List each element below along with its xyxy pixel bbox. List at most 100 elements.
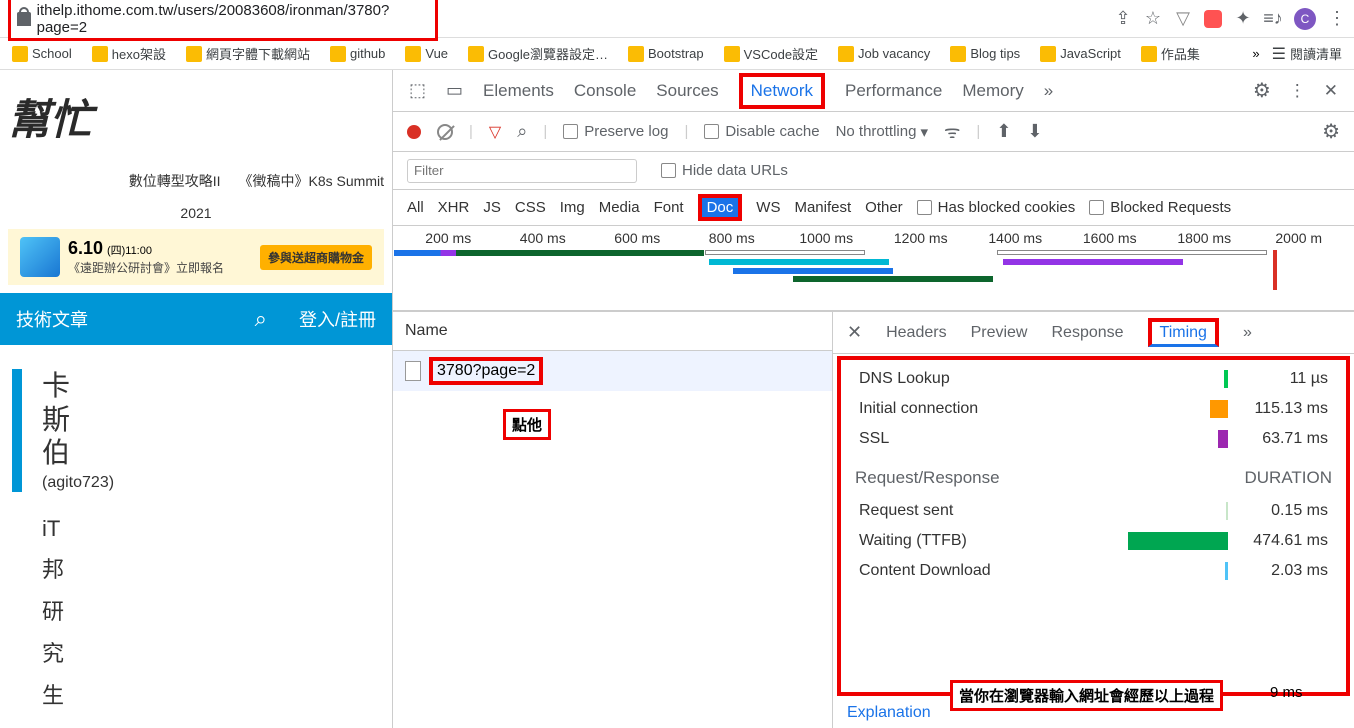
playlist-icon[interactable]: ≡♪ [1264, 10, 1282, 28]
type-manifest[interactable]: Manifest [794, 199, 851, 216]
folder-icon [838, 46, 854, 62]
timing-panel: DNS Lookup11 µs Initial connection115.13… [837, 356, 1350, 696]
clear-icon[interactable] [437, 124, 453, 140]
banner-button[interactable]: 參與送超商購物金 [260, 245, 372, 270]
menu-tech-articles[interactable]: 技術文章 [16, 306, 88, 332]
type-other[interactable]: Other [865, 199, 903, 216]
search-icon[interactable]: ⌕ [255, 306, 267, 332]
toolbar-right: ⇪ ☆ ▽ ✦ ≡♪ C ⋮ [1114, 8, 1346, 30]
type-all[interactable]: All [407, 199, 424, 216]
throttling-select[interactable]: No throttling ▾ [836, 123, 928, 141]
timing-bar [1210, 400, 1228, 418]
profile-accent-bar [12, 369, 22, 492]
disable-cache-checkbox[interactable]: Disable cache [704, 123, 819, 140]
bookmark-item[interactable]: Vue [397, 44, 456, 64]
tab-preview[interactable]: Preview [971, 324, 1028, 342]
star-icon[interactable]: ☆ [1144, 10, 1162, 28]
more-icon[interactable]: ⋮ [1289, 81, 1306, 101]
extension-icon[interactable]: ▽ [1174, 10, 1192, 28]
type-ws[interactable]: WS [756, 199, 780, 216]
menu-icon[interactable]: ⋮ [1328, 10, 1346, 28]
bookmark-item[interactable]: Google瀏覽器設定… [460, 42, 616, 65]
url-box: ithelp.ithome.com.tw/users/20083608/iron… [8, 0, 438, 41]
chevron-down-icon: ▾ [920, 123, 928, 141]
wifi-icon[interactable]: ᯤ [944, 120, 960, 144]
type-img[interactable]: Img [560, 199, 585, 216]
bookmark-item[interactable]: School [4, 44, 80, 64]
site-menubar: 技術文章 ⌕ 登入/註冊 [0, 293, 392, 345]
profile-side-links: iT 邦 研 究 生 [42, 516, 392, 710]
type-font[interactable]: Font [654, 199, 684, 216]
reading-list[interactable]: ☰閱讀清單 [1264, 42, 1350, 66]
request-list: Name 3780?page=2 點他 [393, 312, 833, 728]
gear-icon[interactable]: ⚙ [1253, 78, 1271, 103]
tab-sources[interactable]: Sources [656, 81, 718, 101]
bookmark-item[interactable]: VSCode設定 [716, 42, 826, 65]
tab-timing[interactable]: Timing [1148, 318, 1219, 347]
banner-date-big: 6.10 [68, 238, 103, 258]
puzzle-icon[interactable]: ✦ [1234, 10, 1252, 28]
inspect-icon[interactable]: ⬚ [409, 80, 426, 101]
device-icon[interactable]: ▭ [446, 80, 463, 101]
tab-network[interactable]: Network [739, 73, 825, 109]
detail-more[interactable]: » [1243, 324, 1252, 342]
url-text[interactable]: ithelp.ithome.com.tw/users/20083608/iron… [37, 2, 429, 36]
gear-icon[interactable]: ⚙ [1322, 119, 1340, 144]
bookmark-item[interactable]: Bootstrap [620, 44, 712, 64]
type-media[interactable]: Media [599, 199, 640, 216]
record-icon[interactable] [407, 125, 421, 139]
type-xhr[interactable]: XHR [438, 199, 470, 216]
devtools-panel: ⬚ ▭ Elements Console Sources Network Per… [393, 70, 1354, 728]
preserve-log-checkbox[interactable]: Preserve log [563, 123, 668, 140]
name-column-header[interactable]: Name [393, 312, 832, 351]
annotation-click: 點他 [503, 409, 551, 440]
type-css[interactable]: CSS [515, 199, 546, 216]
timing-bar [1128, 532, 1228, 550]
banner-image [20, 237, 60, 277]
list-icon: ☰ [1272, 44, 1286, 64]
profile-handle: (agito723) [42, 474, 114, 492]
nav-link[interactable]: 《徵稿中》K8s Summit [239, 171, 384, 191]
tab-response[interactable]: Response [1051, 324, 1123, 342]
folder-icon [186, 46, 202, 62]
waterfall-overview[interactable]: 200 ms400 ms600 ms800 ms1000 ms1200 ms14… [393, 226, 1354, 311]
hide-urls-checkbox[interactable]: Hide data URLs [661, 162, 788, 179]
blocked-cookies-checkbox[interactable]: Has blocked cookies [917, 199, 1076, 216]
close-icon[interactable]: ✕ [847, 322, 862, 343]
request-row[interactable]: 3780?page=2 [393, 351, 832, 391]
search-icon[interactable]: ⌕ [517, 121, 527, 142]
tab-memory[interactable]: Memory [962, 81, 1023, 101]
extension-icon-2[interactable] [1204, 10, 1222, 28]
tab-performance[interactable]: Performance [845, 81, 942, 101]
share-icon[interactable]: ⇪ [1114, 10, 1132, 28]
timing-bar [1218, 430, 1228, 448]
bookmarks-more[interactable]: » [1252, 46, 1259, 61]
avatar[interactable]: C [1294, 8, 1316, 30]
download-icon[interactable]: ⬇ [1027, 121, 1042, 142]
bookmark-item[interactable]: Job vacancy [830, 44, 938, 64]
close-icon[interactable]: ✕ [1324, 81, 1338, 101]
filter-input[interactable] [407, 159, 637, 183]
nav-link: 2021 [0, 205, 392, 221]
menu-login[interactable]: 登入/註冊 [299, 306, 376, 332]
blocked-requests-checkbox[interactable]: Blocked Requests [1089, 199, 1231, 216]
bookmark-item[interactable]: hexo架設 [84, 42, 174, 65]
type-doc[interactable]: Doc [698, 194, 743, 221]
bookmark-item[interactable]: 網頁字體下載網站 [178, 42, 318, 65]
bookmark-item[interactable]: 作品集 [1133, 42, 1208, 65]
tab-elements[interactable]: Elements [483, 81, 554, 101]
promo-banner[interactable]: 6.10 (四)11:00 《遠距辦公研討會》立即報名 參與送超商購物金 [8, 229, 384, 285]
file-icon [405, 361, 421, 381]
bookmark-item[interactable]: Blog tips [942, 44, 1028, 64]
folder-icon [12, 46, 28, 62]
bookmark-item[interactable]: JavaScript [1032, 44, 1129, 64]
type-js[interactable]: JS [483, 199, 501, 216]
nav-link[interactable]: 數位轉型攻略II [129, 171, 221, 191]
tab-console[interactable]: Console [574, 81, 636, 101]
filter-icon[interactable]: ▽ [489, 122, 501, 142]
bookmark-item[interactable]: github [322, 44, 393, 64]
tabs-more[interactable]: » [1044, 81, 1053, 101]
upload-icon[interactable]: ⬆ [996, 121, 1011, 142]
tab-headers[interactable]: Headers [886, 324, 946, 342]
folder-icon [950, 46, 966, 62]
